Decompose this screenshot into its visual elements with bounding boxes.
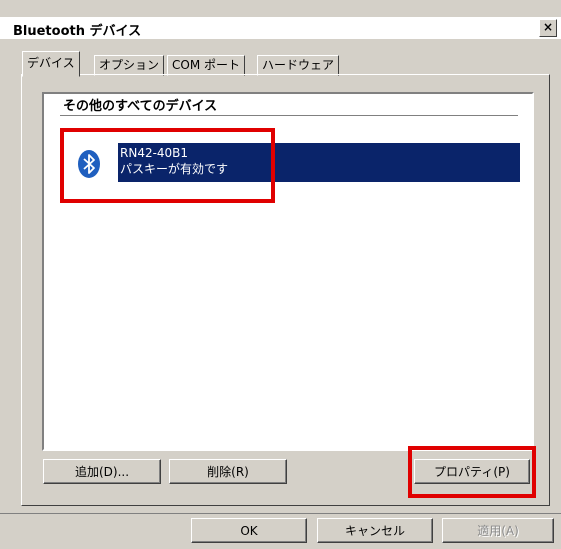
group-divider (60, 115, 518, 116)
tab-com-ports[interactable]: COM ポート (167, 55, 245, 76)
close-button[interactable]: × (539, 19, 557, 37)
add-button[interactable]: 追加(D)... (43, 459, 161, 484)
ok-button[interactable]: OK (191, 518, 307, 543)
red-annotation-box-properties (408, 446, 536, 498)
group-header: その他のすべてのデバイス (63, 99, 218, 114)
bluetooth-dialog: Bluetooth デバイス × デバイス オプション COM ポート ハードウ… (0, 0, 561, 549)
tab-hardware[interactable]: ハードウェア (257, 55, 340, 76)
tab-options[interactable]: オプション (94, 55, 165, 76)
footer-divider (0, 513, 561, 514)
tab-devices[interactable]: デバイス (22, 51, 80, 77)
remove-button[interactable]: 削除(R) (169, 459, 287, 484)
title-bar[interactable]: Bluetooth デバイス × (0, 17, 561, 40)
apply-button[interactable]: 適用(A) (442, 518, 554, 543)
red-annotation-box-device (60, 128, 275, 203)
window-title: Bluetooth デバイス (13, 24, 142, 39)
cancel-button[interactable]: キャンセル (317, 518, 433, 543)
